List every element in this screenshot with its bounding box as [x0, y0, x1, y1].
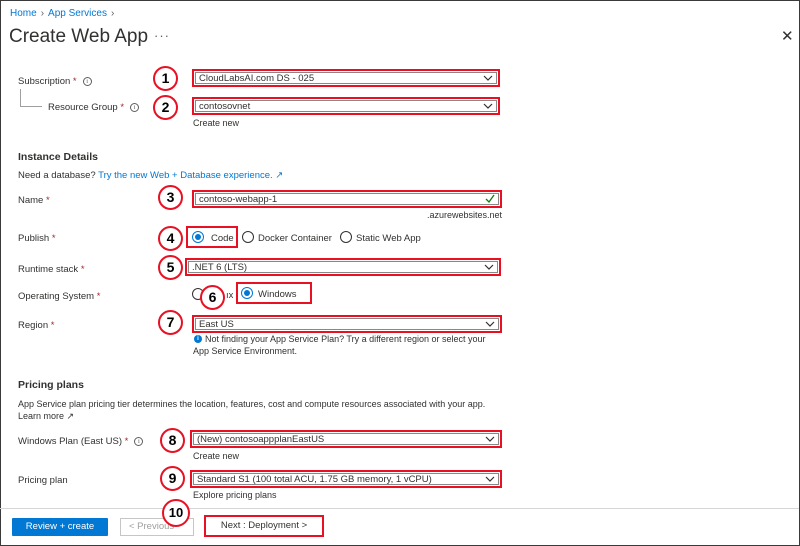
pricing-description: App Service plan pricing tier determines…: [18, 399, 486, 409]
subscription-value: CloudLabsAI.com DS - 025: [199, 73, 315, 84]
windows-plan-value: (New) contosoappplanEastUS: [197, 434, 325, 445]
step-badge-5: 5: [158, 255, 183, 280]
resource-group-label-text: Resource Group: [48, 102, 118, 113]
region-hint-line1: Not finding your App Service Plan? Try a…: [205, 334, 486, 344]
step-badge-10: 10: [162, 499, 190, 527]
runtime-label: Runtime stack *: [18, 264, 85, 275]
required-marker: *: [51, 233, 56, 244]
breadcrumb-separator: ›: [110, 8, 115, 19]
publish-docker-label: Docker Container: [258, 233, 332, 244]
step-badge-7: 7: [158, 310, 183, 335]
subscription-label: Subscription * i: [18, 76, 92, 87]
step-badge-1: 1: [153, 66, 178, 91]
runtime-stack-dropdown[interactable]: .NET 6 (LTS): [185, 258, 501, 276]
region-dropdown[interactable]: East US: [192, 315, 502, 333]
checkmark-icon: [485, 194, 495, 204]
step-badge-2: 2: [153, 95, 178, 120]
info-icon[interactable]: i: [130, 103, 140, 112]
breadcrumb-separator: ›: [40, 8, 45, 19]
info-icon[interactable]: i: [134, 437, 144, 446]
windows-plan-dropdown[interactable]: (New) contosoappplanEastUS: [190, 430, 502, 448]
publish-label: Publish *: [18, 233, 56, 244]
chevron-down-icon: [483, 103, 493, 109]
info-icon[interactable]: i: [82, 77, 92, 86]
required-marker: *: [120, 102, 125, 113]
subscription-label-text: Subscription: [18, 76, 71, 87]
explore-pricing-link[interactable]: Explore pricing plans: [193, 490, 277, 500]
create-new-plan-link[interactable]: Create new: [193, 451, 239, 461]
name-label: Name *: [18, 195, 50, 206]
step-badge-4: 4: [158, 226, 183, 251]
runtime-label-text: Runtime stack: [18, 264, 79, 275]
publish-code-radio[interactable]: [192, 231, 204, 243]
os-label: Operating System *: [18, 291, 100, 302]
windows-plan-label-text: Windows Plan (East US): [18, 436, 123, 447]
footer-divider: [0, 508, 799, 509]
next-deployment-button[interactable]: Next : Deployment >: [204, 515, 324, 537]
web-database-link[interactable]: Try the new Web + Database experience. ↗: [98, 170, 283, 181]
required-marker: *: [72, 76, 77, 87]
step-badge-9: 9: [160, 466, 185, 491]
name-input[interactable]: contoso-webapp-1: [192, 190, 502, 208]
name-value: contoso-webapp-1: [199, 194, 278, 205]
chevron-down-icon: [485, 436, 495, 442]
publish-code-label: Code: [211, 233, 234, 244]
close-icon[interactable]: ✕: [781, 27, 794, 45]
pricing-plan-label: Pricing plan: [18, 475, 68, 486]
resource-group-label: Resource Group * i: [48, 102, 140, 113]
required-marker: *: [80, 264, 85, 275]
publish-label-text: Publish: [18, 233, 50, 244]
name-label-text: Name: [18, 195, 44, 206]
chevron-down-icon: [485, 476, 495, 482]
chevron-down-icon: [483, 75, 493, 81]
pricing-plans-heading: Pricing plans: [18, 379, 84, 391]
dropdown-border: [195, 318, 499, 330]
pricing-plan-dropdown[interactable]: Standard S1 (100 total ACU, 1.75 GB memo…: [190, 470, 502, 488]
chevron-down-icon: [484, 264, 494, 270]
os-windows-label: Windows: [258, 289, 297, 300]
required-marker: *: [50, 320, 55, 331]
required-marker: *: [45, 195, 50, 206]
tree-connector: [20, 89, 42, 107]
breadcrumb-app-services[interactable]: App Services: [48, 8, 107, 19]
learn-more-link[interactable]: Learn more ↗: [18, 411, 74, 422]
resource-group-value: contosovnet: [199, 101, 251, 112]
step-badge-6: 6: [200, 285, 225, 310]
publish-static-label: Static Web App: [356, 233, 421, 244]
required-marker: *: [124, 436, 129, 447]
breadcrumb: Home › App Services ›: [10, 8, 118, 19]
more-options-icon[interactable]: ···: [154, 28, 170, 43]
pricing-plan-value: Standard S1 (100 total ACU, 1.75 GB memo…: [197, 474, 432, 485]
create-new-resource-group-link[interactable]: Create new: [193, 118, 239, 128]
breadcrumb-home[interactable]: Home: [10, 8, 37, 19]
region-label-text: Region: [18, 320, 49, 331]
info-filled-icon: i: [194, 335, 202, 343]
subscription-dropdown[interactable]: CloudLabsAI.com DS - 025: [192, 69, 500, 87]
chevron-down-icon: [485, 321, 495, 327]
windows-plan-label: Windows Plan (East US) * i: [18, 436, 144, 447]
region-label: Region *: [18, 320, 54, 331]
required-marker: *: [96, 291, 101, 302]
os-label-text: Operating System: [18, 291, 95, 302]
publish-docker-radio[interactable]: [242, 231, 254, 243]
step-badge-8: 8: [160, 428, 185, 453]
database-prompt-text: Need a database?: [18, 170, 96, 181]
database-prompt: Need a database? Try the new Web + Datab…: [18, 170, 283, 181]
instance-details-heading: Instance Details: [18, 151, 98, 163]
domain-suffix: .azurewebsites.net: [427, 210, 503, 220]
os-windows-radio[interactable]: [241, 287, 253, 299]
step-badge-3: 3: [158, 185, 183, 210]
publish-static-radio[interactable]: [340, 231, 352, 243]
region-value: East US: [199, 319, 234, 330]
review-create-button[interactable]: Review + create: [12, 518, 108, 536]
page-title: Create Web App: [9, 26, 149, 47]
region-hint-line2: App Service Environment.: [193, 346, 298, 356]
os-linux-label: ıx: [226, 290, 234, 301]
resource-group-dropdown[interactable]: contosovnet: [192, 97, 500, 115]
runtime-stack-value: .NET 6 (LTS): [192, 262, 248, 273]
